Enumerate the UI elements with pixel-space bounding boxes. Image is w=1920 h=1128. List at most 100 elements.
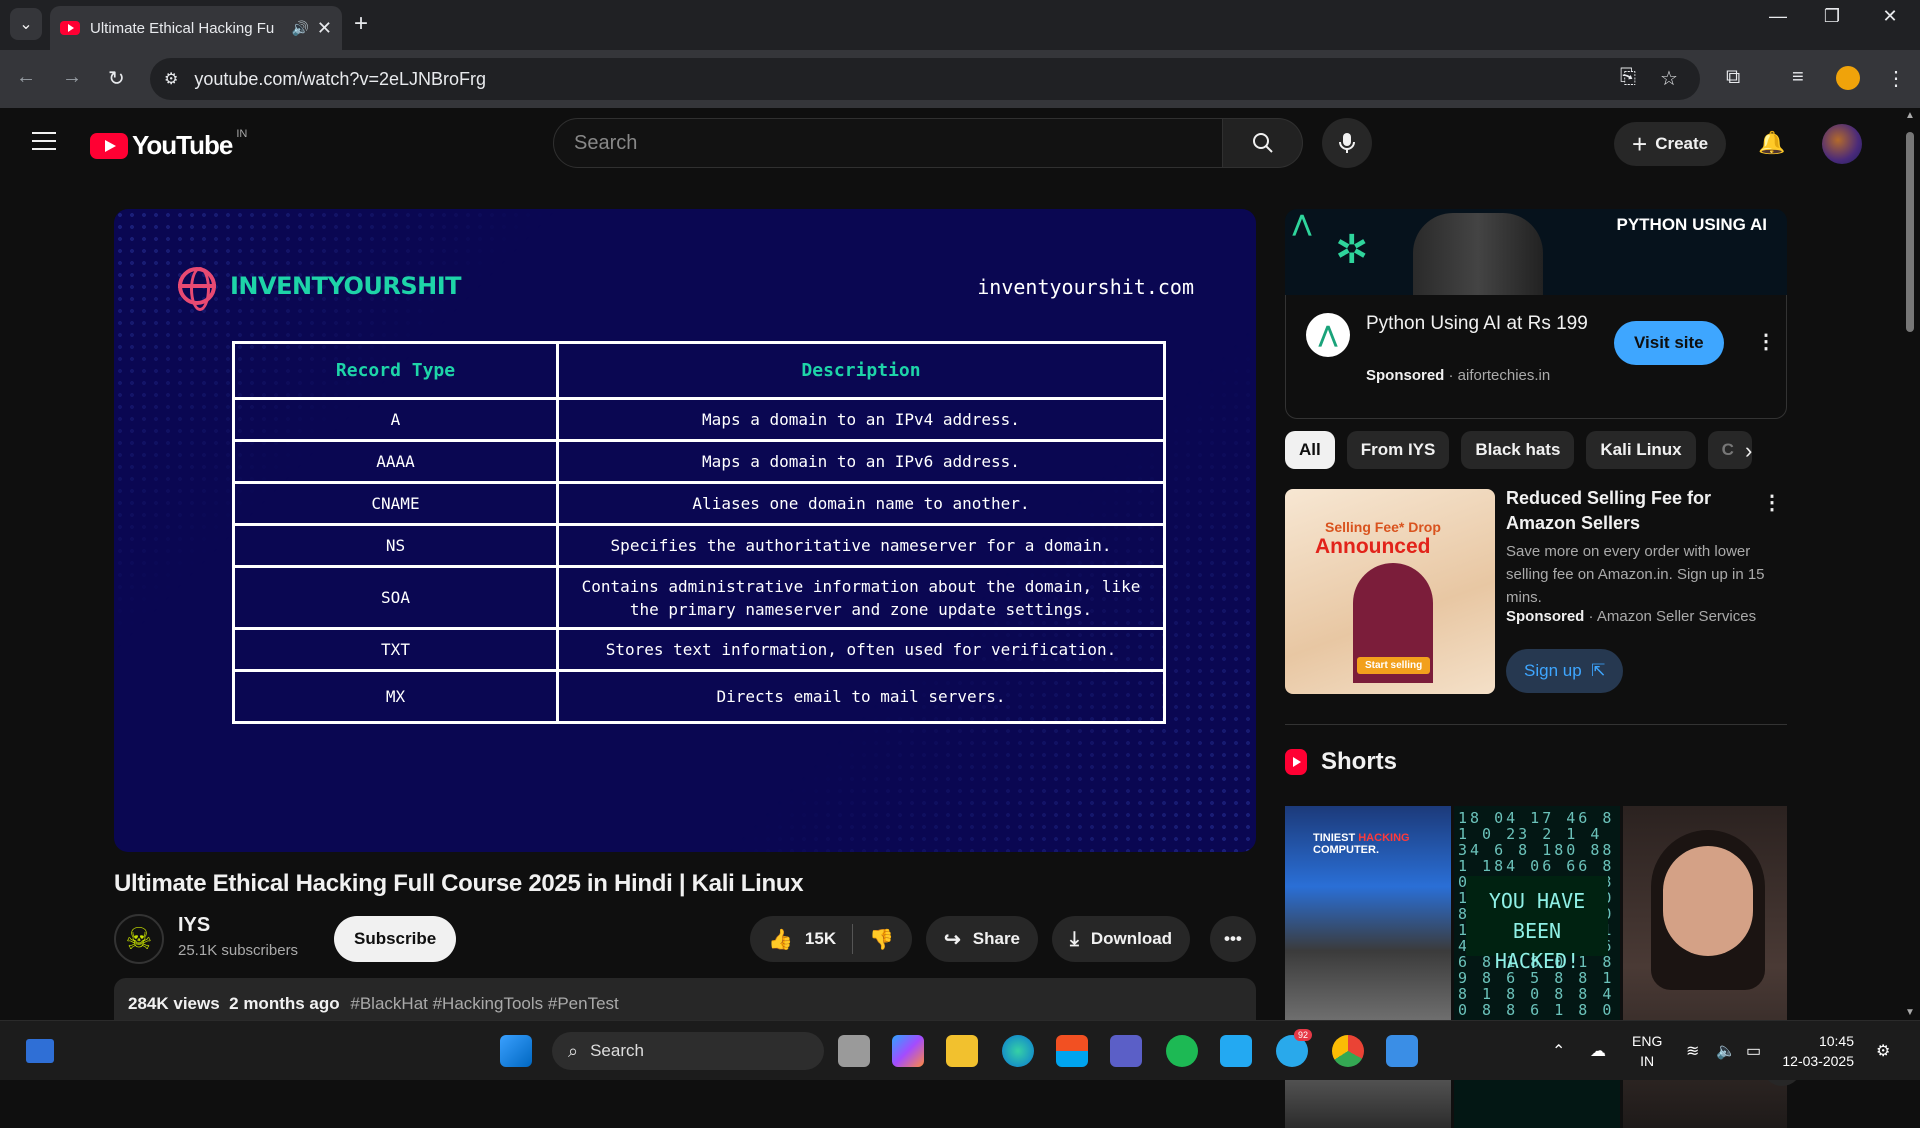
view-count: 284K views	[128, 994, 220, 1013]
record-desc: Maps a domain to an IPv6 address.	[556, 439, 1166, 484]
amazon-ad-title[interactable]: Reduced Selling Fee for Amazon Sellers	[1506, 486, 1746, 536]
volume-icon[interactable]: 🔈	[1716, 1041, 1736, 1061]
restore-button[interactable]: ❐	[1812, 6, 1852, 27]
download-icon: ⤓	[1070, 927, 1079, 950]
amazon-ad-menu-icon[interactable]: ⋮	[1762, 490, 1782, 515]
windows-taskbar: ⌕ Search 92 ⌃ ☁ ENG IN ≋ 🔈 ▭ 10:45 12-03-20…	[0, 1020, 1920, 1080]
notifications-bell-icon[interactable]: 🔔	[1758, 130, 1785, 156]
chip-all[interactable]: All	[1285, 431, 1335, 469]
channel-name[interactable]: IYS	[178, 914, 210, 937]
browser-menu-icon[interactable]: ⋮	[1886, 66, 1906, 91]
onedrive-icon[interactable]: ☁	[1590, 1041, 1606, 1061]
telegram-icon[interactable]: 92	[1276, 1029, 1313, 1067]
create-label: Create	[1655, 134, 1709, 153]
search-button[interactable]	[1223, 118, 1303, 168]
chip-from-iys[interactable]: From IYS	[1346, 431, 1450, 469]
youtube-page: YouTube IN Search + Create 🔔 INVENTYOURSH…	[0, 108, 1900, 1128]
media-controls-icon[interactable]: ≡	[1792, 66, 1804, 89]
share-button[interactable]: ↪ Share	[926, 916, 1039, 962]
ad-menu-icon[interactable]: ⋮	[1756, 329, 1776, 354]
back-arrow-icon[interactable]: ←	[16, 66, 36, 89]
skull-icon: ☠	[125, 922, 153, 956]
youtube-logo[interactable]: YouTube IN	[90, 128, 247, 161]
language-indicator[interactable]: ENG IN	[1632, 1031, 1662, 1071]
video-brand: INVENTYOURSHIT	[178, 267, 462, 311]
table-row: SOA Contains administrative information a…	[232, 565, 1166, 630]
table-row: CNAME Aliases one domain name to another.	[232, 481, 1166, 526]
notifications-icon[interactable]: ⚙	[1876, 1041, 1890, 1061]
start-windows-icon[interactable]	[500, 1035, 532, 1067]
site-info-icon[interactable]: ⚙	[164, 69, 178, 89]
close-tab-icon[interactable]: ✕	[317, 18, 332, 39]
subscriber-count: 25.1K subscribers	[178, 942, 299, 959]
speaker-icon[interactable]: 🔊	[291, 20, 308, 37]
chevron-right-icon[interactable]: ›	[1745, 438, 1752, 464]
browser-tab[interactable]: Ultimate Ethical Hacking Fu 🔊 ✕	[50, 6, 342, 50]
ad-title[interactable]: Python Using AI at Rs 199	[1366, 311, 1596, 337]
scroll-up-arrow-icon[interactable]: ▲	[1905, 110, 1915, 121]
tray-overflow-icon[interactable]: ⌃	[1552, 1041, 1565, 1061]
file-explorer-icon[interactable]	[946, 1035, 978, 1067]
microphone-icon	[1339, 133, 1355, 153]
chip-black-hats[interactable]: Black hats	[1461, 431, 1575, 469]
tab-search-dropdown[interactable]: ⌄	[10, 8, 42, 40]
minimize-button[interactable]: —	[1758, 6, 1798, 27]
close-window-button[interactable]: ✕	[1870, 6, 1910, 27]
channel-avatar[interactable]: ☠	[114, 914, 164, 964]
battery-icon[interactable]: ▭	[1746, 1041, 1761, 1061]
notepad-icon[interactable]	[1386, 1035, 1418, 1067]
download-button[interactable]: ⤓ Download	[1052, 916, 1191, 962]
vscode-icon[interactable]	[1220, 1035, 1252, 1067]
chip-kali-linux[interactable]: Kali Linux	[1586, 431, 1696, 469]
page-scrollbar[interactable]: ▲ ▼	[1900, 108, 1920, 1020]
browser-profile-avatar[interactable]	[1836, 66, 1860, 90]
hashtags[interactable]: #BlackHat #HackingTools #PenTest	[350, 994, 618, 1013]
scroll-down-arrow-icon[interactable]: ▼	[1905, 1007, 1915, 1018]
forward-arrow-icon[interactable]: →	[62, 66, 82, 89]
chrome-icon[interactable]	[1332, 1035, 1364, 1067]
user-avatar[interactable]	[1822, 124, 1862, 164]
sidebar-divider	[1285, 724, 1787, 725]
task-view-icon[interactable]	[838, 1035, 870, 1067]
clock[interactable]: 10:45 12-03-2025	[1782, 1031, 1854, 1071]
amazon-ad-desc: Save more on every order with lower sell…	[1506, 543, 1765, 606]
thumbs-down-icon[interactable]: 👎	[869, 927, 894, 952]
copilot-icon[interactable]	[892, 1035, 924, 1067]
record-type: CNAME	[232, 481, 559, 526]
python-ad-banner[interactable]: ⋀ ✲ PYTHON USING AI	[1285, 209, 1787, 295]
url-omnibox[interactable]: ⚙ youtube.com/watch?v=2eLJNBroFrg	[150, 58, 1700, 100]
visit-site-button[interactable]: Visit site	[1614, 321, 1724, 365]
install-app-icon[interactable]: ⎘	[1620, 66, 1636, 89]
spotify-icon[interactable]	[1166, 1035, 1198, 1067]
teams-icon[interactable]	[1110, 1035, 1142, 1067]
search-input[interactable]: Search	[553, 118, 1223, 168]
taskbar-search[interactable]: ⌕ Search	[552, 1032, 824, 1070]
extensions-icon[interactable]: ⧉	[1726, 66, 1740, 89]
hamburger-menu-icon[interactable]	[32, 132, 56, 156]
edge-icon[interactable]	[1002, 1035, 1034, 1067]
widgets-icon[interactable]	[26, 1039, 54, 1063]
scrollbar-thumb[interactable]	[1906, 132, 1914, 332]
amazon-ad-thumbnail[interactable]: Selling Fee* Drop Announced Start sellin…	[1285, 489, 1495, 694]
amazon-advertiser: · Amazon Seller Services	[1584, 608, 1757, 625]
video-player[interactable]: INVENTYOURSHIT inventyourshit.com Record…	[114, 209, 1256, 852]
thumbs-up-icon[interactable]: 👍	[768, 927, 793, 952]
more-actions-button[interactable]: •••	[1210, 916, 1256, 962]
create-button[interactable]: + Create	[1614, 122, 1727, 166]
advertiser-logo[interactable]: ⋀	[1306, 313, 1350, 357]
sign-up-label: Sign up	[1524, 661, 1582, 680]
wifi-icon[interactable]: ≋	[1686, 1041, 1699, 1061]
globe-logo-icon	[178, 267, 216, 311]
bookmark-star-icon[interactable]: ☆	[1660, 66, 1678, 91]
table-row: TXT Stores text information, often used f…	[232, 627, 1166, 672]
new-tab-button[interactable]: +	[354, 10, 368, 38]
like-dislike-group: 👍 15K 👎	[750, 916, 912, 962]
record-type: TXT	[232, 627, 559, 672]
like-count[interactable]: 15K	[805, 929, 836, 949]
reload-icon[interactable]: ↻	[108, 66, 125, 91]
store-icon[interactable]	[1056, 1035, 1088, 1067]
subscribe-button[interactable]: Subscribe	[334, 916, 457, 962]
upload-age: 2 months ago	[229, 994, 340, 1013]
sign-up-button[interactable]: Sign up ⇱	[1506, 649, 1624, 693]
voice-search-button[interactable]	[1322, 118, 1372, 168]
